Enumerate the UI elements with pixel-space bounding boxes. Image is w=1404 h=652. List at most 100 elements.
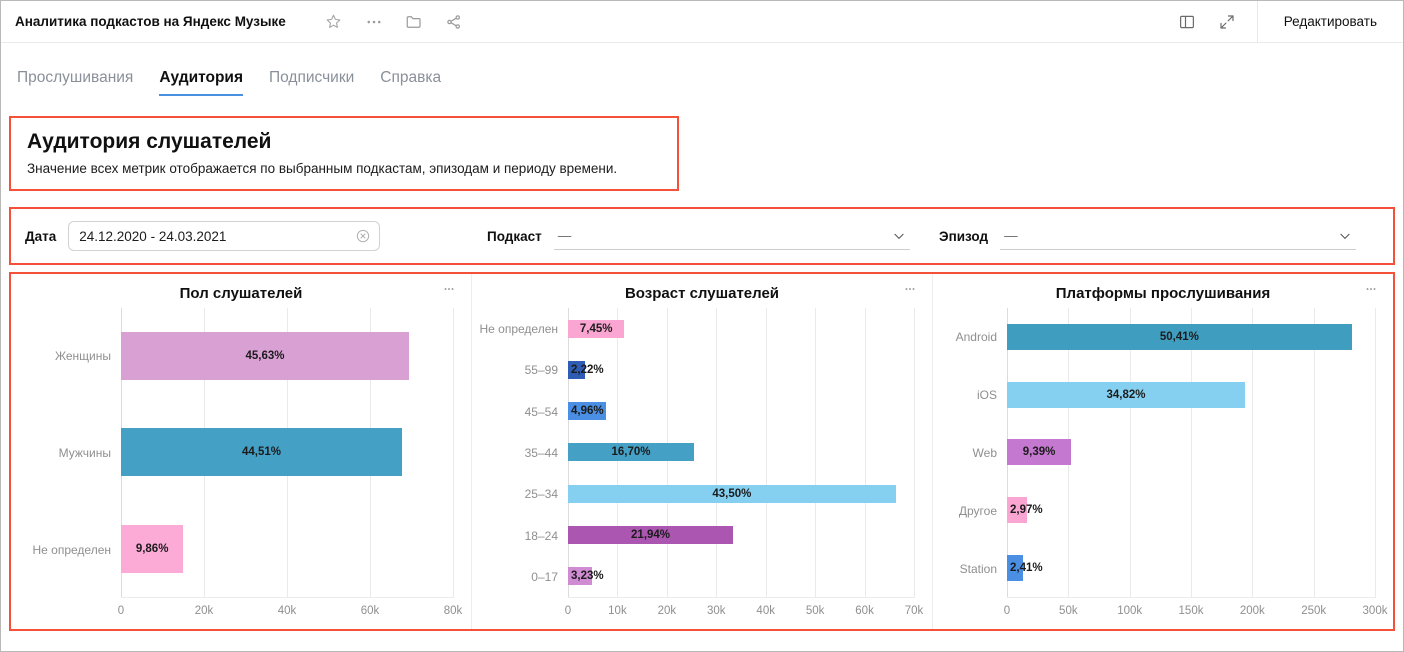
y-axis-labels: ЖенщиныМужчиныНе определен bbox=[11, 308, 121, 598]
bar-value-label: 4,96% bbox=[571, 405, 604, 417]
bar-row: 7,45% bbox=[568, 308, 914, 349]
dashboard-page: Аналитика подкастов на Яндекс Музыке Ре bbox=[0, 0, 1404, 652]
bar-row: 4,96% bbox=[568, 391, 914, 432]
x-axis-tick-label: 20k bbox=[658, 605, 677, 617]
x-axis-tick-label: 0 bbox=[565, 605, 571, 617]
chart-menu-icon[interactable] bbox=[1357, 278, 1385, 303]
gridline bbox=[453, 308, 454, 598]
bar-другое[interactable]: 2,97% bbox=[1007, 497, 1027, 523]
tab-auditoriya[interactable]: Аудитория bbox=[159, 69, 243, 96]
charts-box: Пол слушателей ЖенщиныМужчиныНе определе… bbox=[9, 272, 1395, 631]
plot-track: 45,63% 44,51% 9,86% bbox=[121, 308, 453, 598]
bar-value-label: 16,70% bbox=[612, 446, 651, 458]
bar-женщины[interactable]: 45,63% bbox=[121, 332, 409, 380]
bar-ios[interactable]: 34,82% bbox=[1007, 382, 1245, 408]
bar-rows: 45,63% 44,51% 9,86% bbox=[121, 308, 453, 598]
toolbar-left: Аналитика подкастов на Яндекс Музыке bbox=[15, 2, 474, 42]
section-title: Аудитория слушателей bbox=[27, 130, 661, 154]
fullscreen-icon[interactable] bbox=[1207, 2, 1247, 42]
x-axis-tick-label: 20k bbox=[195, 605, 214, 617]
chart-menu-icon[interactable] bbox=[435, 278, 463, 303]
x-axis-tick-label: 150k bbox=[1179, 605, 1204, 617]
star-icon[interactable] bbox=[314, 2, 354, 42]
bar-не-определен[interactable]: 7,45% bbox=[568, 320, 624, 338]
dashboard-tabs: Прослушивания Аудитория Подписчики Справ… bbox=[1, 43, 1403, 96]
date-range-input[interactable]: 24.12.2020 - 24.03.2021 bbox=[68, 221, 380, 251]
share-icon[interactable] bbox=[434, 2, 474, 42]
chart-gender: Пол слушателей ЖенщиныМужчиныНе определе… bbox=[11, 274, 471, 629]
bar-0–17[interactable]: 3,23% bbox=[568, 567, 592, 585]
bar-row: 34,82% bbox=[1007, 366, 1375, 424]
y-axis-category-label: Другое bbox=[933, 482, 1007, 540]
bar-row: 44,51% bbox=[121, 404, 453, 500]
episode-select-value: — bbox=[1004, 228, 1018, 243]
bar-18–24[interactable]: 21,94% bbox=[568, 526, 733, 544]
y-axis-category-label: Web bbox=[933, 424, 1007, 482]
clear-date-icon[interactable] bbox=[355, 228, 371, 244]
section-header-box: Аудитория слушателей Значение всех метри… bbox=[9, 116, 679, 191]
bar-45–54[interactable]: 4,96% bbox=[568, 402, 606, 420]
bar-value-label: 2,41% bbox=[1010, 562, 1043, 574]
more-options-icon[interactable] bbox=[354, 2, 394, 42]
plot-track: 50,41% 34,82% 9,39% 2,97% 2,41% bbox=[1007, 308, 1375, 598]
tab-spravka[interactable]: Справка bbox=[380, 69, 441, 96]
chart-header: Пол слушателей bbox=[11, 278, 471, 308]
chart-platforms: Платформы прослушивания AndroidiOSWebДру… bbox=[932, 274, 1393, 629]
date-range-value: 24.12.2020 - 24.03.2021 bbox=[79, 229, 226, 244]
chevron-down-icon bbox=[892, 229, 906, 243]
gridline bbox=[914, 308, 915, 598]
x-axis-tick-label: 100k bbox=[1117, 605, 1142, 617]
folder-icon[interactable] bbox=[394, 2, 434, 42]
bar-station[interactable]: 2,41% bbox=[1007, 555, 1023, 581]
date-filter: Дата 24.12.2020 - 24.03.2021 bbox=[25, 221, 487, 251]
date-filter-label: Дата bbox=[25, 229, 56, 244]
chart-menu-icon[interactable] bbox=[896, 278, 924, 303]
chart-header: Платформы прослушивания bbox=[933, 278, 1393, 308]
podcast-select[interactable]: — bbox=[554, 222, 910, 250]
chart-plot-area: ЖенщиныМужчиныНе определен 45,63% 44,51% 9… bbox=[11, 308, 471, 598]
y-axis-category-label: 35–44 bbox=[472, 432, 568, 473]
x-axis-tick-label: 80k bbox=[444, 605, 463, 617]
y-axis-category-label: Android bbox=[933, 308, 1007, 366]
bar-value-label: 43,50% bbox=[712, 488, 751, 500]
x-axis-tick-label: 50k bbox=[1059, 605, 1078, 617]
bar-android[interactable]: 50,41% bbox=[1007, 324, 1352, 350]
section-subtitle: Значение всех метрик отображается по выб… bbox=[27, 161, 661, 176]
bar-row: 2,41% bbox=[1007, 539, 1375, 597]
tab-podpischiki[interactable]: Подписчики bbox=[269, 69, 354, 96]
bar-row: 2,22% bbox=[568, 349, 914, 390]
bar-55–99[interactable]: 2,22% bbox=[568, 361, 585, 379]
split-view-icon[interactable] bbox=[1167, 2, 1207, 42]
bar-мужчины[interactable]: 44,51% bbox=[121, 428, 402, 476]
bar-web[interactable]: 9,39% bbox=[1007, 439, 1071, 465]
bar-35–44[interactable]: 16,70% bbox=[568, 443, 694, 461]
bar-value-label: 2,97% bbox=[1010, 504, 1043, 516]
y-axis-labels: Не определен55–9945–5435–4425–3418–240–1… bbox=[472, 308, 568, 598]
bar-value-label: 7,45% bbox=[580, 323, 613, 335]
bar-value-label: 3,23% bbox=[571, 570, 604, 582]
y-axis-category-label: Station bbox=[933, 540, 1007, 598]
y-axis-category-label: 45–54 bbox=[472, 391, 568, 432]
x-axis-tick-label: 200k bbox=[1240, 605, 1265, 617]
filters-box: Дата 24.12.2020 - 24.03.2021 Подкаст — Э… bbox=[9, 207, 1395, 265]
top-toolbar: Аналитика подкастов на Яндекс Музыке Ре bbox=[1, 1, 1403, 43]
bar-не-определен[interactable]: 9,86% bbox=[121, 525, 183, 573]
bar-row: 2,97% bbox=[1007, 481, 1375, 539]
episode-select[interactable]: — bbox=[1000, 222, 1356, 250]
bar-25–34[interactable]: 43,50% bbox=[568, 485, 896, 503]
x-axis: 050k100k150k200k250k300k bbox=[1007, 598, 1375, 623]
bar-rows: 50,41% 34,82% 9,39% 2,97% 2,41% bbox=[1007, 308, 1375, 598]
x-axis-tick-label: 0 bbox=[118, 605, 124, 617]
bar-row: 43,50% bbox=[568, 473, 914, 514]
tab-proslushivaniya[interactable]: Прослушивания bbox=[17, 69, 133, 96]
podcast-select-value: — bbox=[558, 228, 572, 243]
x-axis-tick-label: 70k bbox=[905, 605, 924, 617]
x-axis-tick-label: 60k bbox=[361, 605, 380, 617]
y-axis-category-label: 25–34 bbox=[472, 474, 568, 515]
bar-value-label: 21,94% bbox=[631, 529, 670, 541]
chart-plot-area: Не определен55–9945–5435–4425–3418–240–1… bbox=[472, 308, 932, 598]
y-axis-category-label: 55–99 bbox=[472, 349, 568, 390]
x-axis-tick-label: 0 bbox=[1004, 605, 1010, 617]
edit-button[interactable]: Редактировать bbox=[1258, 1, 1403, 42]
x-axis-tick-label: 300k bbox=[1363, 605, 1388, 617]
